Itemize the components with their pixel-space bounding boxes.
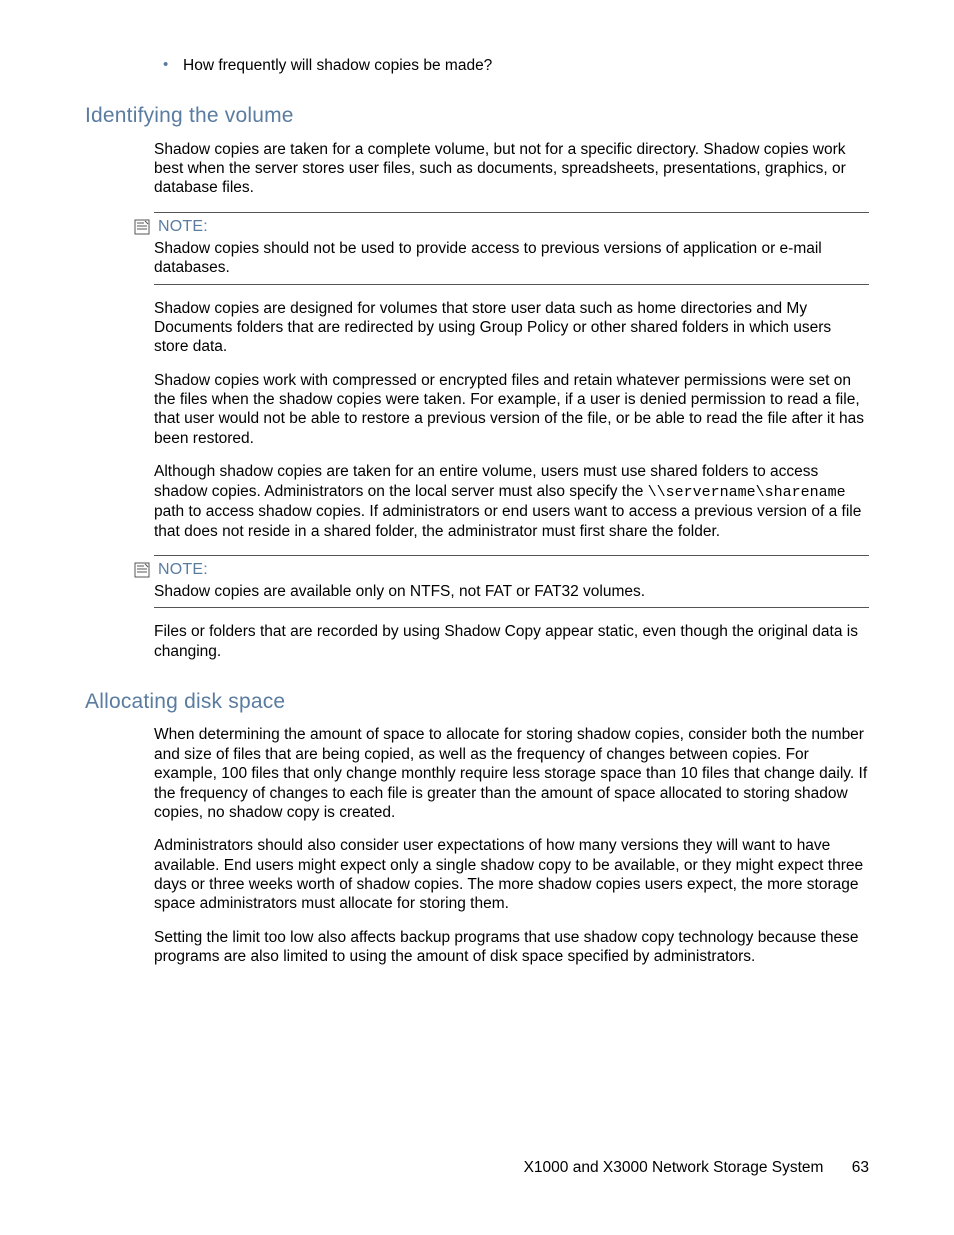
document-page: How frequently will shadow copies be mad… bbox=[0, 0, 954, 1235]
note-icon bbox=[134, 562, 150, 578]
bullet-item: How frequently will shadow copies be mad… bbox=[183, 56, 869, 75]
note-label: NOTE: bbox=[158, 560, 208, 580]
body-paragraph: Setting the limit too low also affects b… bbox=[154, 928, 869, 967]
note-body: Shadow copies should not be used to prov… bbox=[154, 239, 869, 278]
body-paragraph: Shadow copies are designed for volumes t… bbox=[154, 299, 869, 357]
footer-title: X1000 and X3000 Network Storage System bbox=[524, 1159, 824, 1176]
page-number: 63 bbox=[852, 1158, 869, 1177]
body-paragraph: Shadow copies are taken for a complete v… bbox=[154, 140, 869, 198]
note-body: Shadow copies are available only on NTFS… bbox=[154, 582, 869, 601]
bullet-list: How frequently will shadow copies be mad… bbox=[85, 56, 869, 75]
body-paragraph: Although shadow copies are taken for an … bbox=[154, 462, 869, 541]
note-block: NOTE: Shadow copies are available only o… bbox=[134, 555, 869, 608]
body-paragraph: When determining the amount of space to … bbox=[154, 725, 869, 822]
note-icon bbox=[134, 219, 150, 235]
section-heading-identifying: Identifying the volume bbox=[85, 103, 869, 129]
note-label: NOTE: bbox=[158, 217, 208, 237]
text-run: path to access shadow copies. If adminis… bbox=[154, 503, 861, 539]
note-rule-bottom bbox=[154, 284, 869, 285]
note-rule-top bbox=[154, 212, 869, 213]
section-heading-allocating: Allocating disk space bbox=[85, 689, 869, 715]
page-footer: X1000 and X3000 Network Storage System 6… bbox=[524, 1158, 869, 1177]
body-paragraph: Files or folders that are recorded by us… bbox=[154, 622, 869, 661]
note-rule-top bbox=[154, 555, 869, 556]
note-rule-bottom bbox=[154, 607, 869, 608]
note-block: NOTE: Shadow copies should not be used t… bbox=[134, 212, 869, 285]
code-path: \\servername\sharename bbox=[648, 484, 846, 501]
body-paragraph: Administrators should also consider user… bbox=[154, 836, 869, 914]
body-paragraph: Shadow copies work with compressed or en… bbox=[154, 371, 869, 449]
